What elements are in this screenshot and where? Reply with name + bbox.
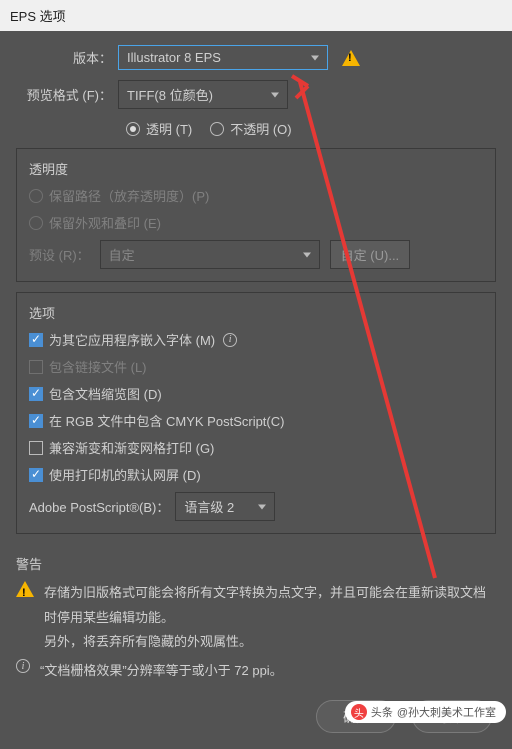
postscript-select[interactable]: 语言级 2	[175, 492, 275, 521]
transparency-group: 透明度 保留路径（放弃透明度）(P) 保留外观和叠印 (E) 预设 (R)： 自…	[16, 148, 496, 282]
preset-value: 自定	[109, 245, 135, 264]
chk-include-cmyk-label: 在 RGB 文件中包含 CMYK PostScript(C)	[49, 411, 284, 430]
chk-embed-fonts-label: 为其它应用程序嵌入字体 (M)	[49, 330, 215, 349]
warning-text-2: 另外，将丢弃所有隐藏的外观属性。	[44, 634, 252, 649]
chk-include-thumb[interactable]: 包含文档缩览图 (D)	[29, 384, 162, 403]
warning-text-1: 存储为旧版格式可能会将所有文字转换为点文字，并且可能会在重新读取文档时停用某些编…	[44, 585, 486, 625]
watermark: 头 头条 @孙大刺美术工作室	[345, 701, 506, 723]
chevron-down-icon	[311, 55, 319, 60]
custom-preset-button: 自定 (U)...	[330, 240, 411, 269]
preset-select: 自定	[100, 240, 320, 269]
warning-icon	[16, 581, 34, 597]
chk-include-linked: 包含链接文件 (L)	[29, 357, 147, 376]
chk-compat-gradient[interactable]: 兼容渐变和渐变网格打印 (G)	[29, 438, 214, 457]
version-label: 版本：	[16, 48, 112, 67]
chk-compat-gradient-label: 兼容渐变和渐变网格打印 (G)	[49, 438, 214, 457]
postscript-label: Adobe PostScript®(B)：	[29, 497, 169, 516]
warnings-section: 警告 存储为旧版格式可能会将所有文字转换为点文字，并且可能会在重新读取文档时停用…	[16, 544, 496, 684]
chk-printer-default-label: 使用打印机的默认网屏 (D)	[49, 465, 201, 484]
chk-printer-default[interactable]: 使用打印机的默认网屏 (D)	[29, 465, 201, 484]
chevron-down-icon	[271, 92, 279, 97]
radio-keep-paths-label: 保留路径（放弃透明度）(P)	[49, 186, 209, 205]
radio-opaque[interactable]: 不透明 (O)	[210, 119, 291, 138]
version-value: Illustrator 8 EPS	[127, 50, 221, 65]
info-icon: i	[16, 659, 30, 673]
watermark-prefix: 头条	[371, 704, 393, 720]
chevron-down-icon	[258, 504, 266, 509]
dialog-title: EPS 选项	[0, 0, 512, 31]
postscript-value: 语言级 2	[184, 497, 234, 516]
chk-include-cmyk[interactable]: 在 RGB 文件中包含 CMYK PostScript(C)	[29, 411, 284, 430]
warning-text-3: “文档栅格效果”分辨率等于或小于 72 ppi。	[40, 659, 283, 684]
preset-label: 预设 (R)：	[29, 245, 90, 264]
options-group: 选项 为其它应用程序嵌入字体 (M) i 包含链接文件 (L) 包含文档缩览图 …	[16, 292, 496, 534]
info-icon[interactable]: i	[223, 333, 237, 347]
chevron-down-icon	[303, 252, 311, 257]
transparency-title: 透明度	[29, 159, 483, 178]
radio-keep-appearance-label: 保留外观和叠印 (E)	[49, 213, 161, 232]
radio-keep-paths: 保留路径（放弃透明度）(P)	[29, 186, 209, 205]
preview-format-value: TIFF(8 位颜色)	[127, 85, 213, 104]
radio-opaque-label: 不透明 (O)	[230, 119, 291, 138]
chk-include-linked-label: 包含链接文件 (L)	[49, 357, 147, 376]
warning-icon	[342, 50, 360, 66]
watermark-author: @孙大刺美术工作室	[397, 704, 496, 720]
chk-embed-fonts[interactable]: 为其它应用程序嵌入字体 (M)	[29, 330, 215, 349]
version-select[interactable]: Illustrator 8 EPS	[118, 45, 328, 70]
watermark-icon: 头	[351, 704, 367, 720]
preview-format-select[interactable]: TIFF(8 位颜色)	[118, 80, 288, 109]
radio-transparent[interactable]: 透明 (T)	[126, 119, 192, 138]
chk-include-thumb-label: 包含文档缩览图 (D)	[49, 384, 162, 403]
options-title: 选项	[29, 303, 483, 322]
radio-transparent-label: 透明 (T)	[146, 119, 192, 138]
preview-format-label: 预览格式 (F)：	[16, 85, 112, 104]
warnings-title: 警告	[16, 554, 496, 573]
radio-keep-appearance: 保留外观和叠印 (E)	[29, 213, 161, 232]
